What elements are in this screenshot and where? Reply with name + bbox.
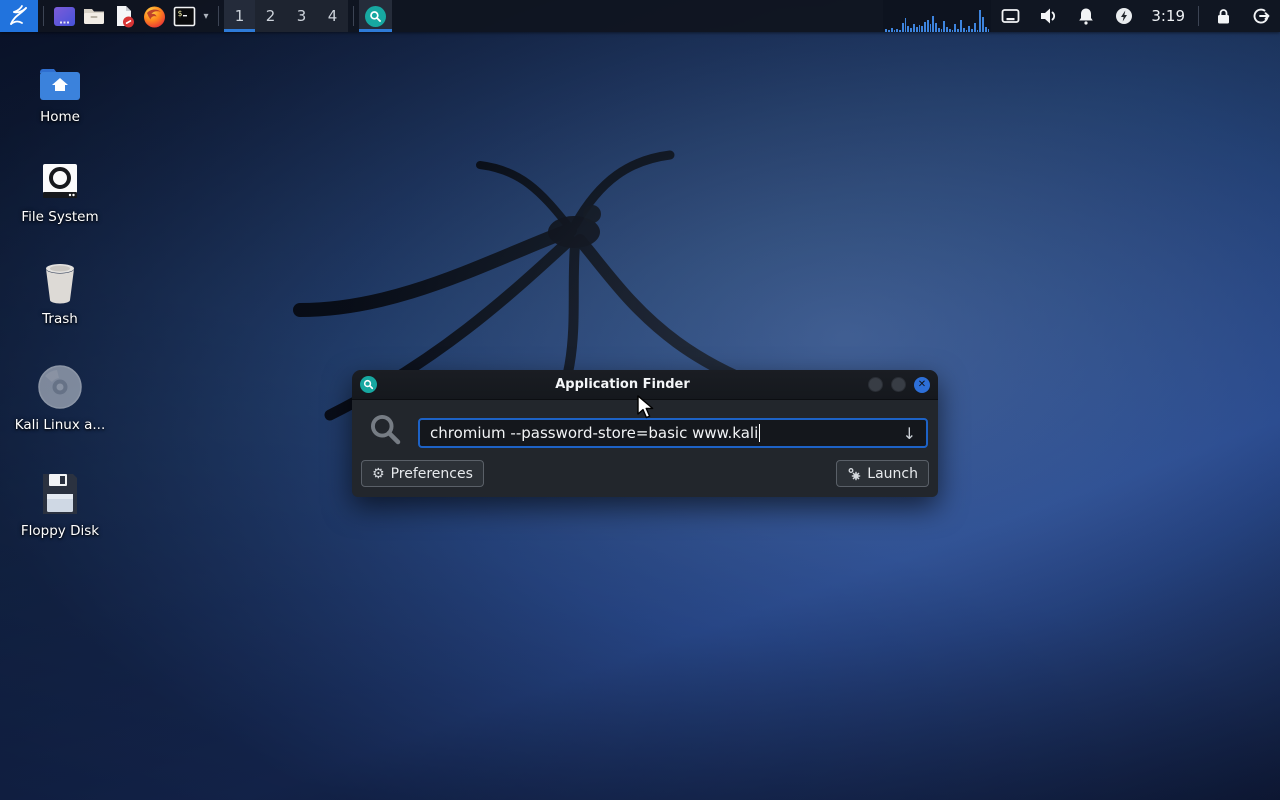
panel-separator [218, 6, 219, 26]
finder-actions-row: ⚙ Preferences Launch [352, 460, 938, 487]
launcher-file-manager[interactable] [79, 0, 109, 32]
dropdown-arrow-icon[interactable]: ↓ [903, 424, 916, 443]
mouse-cursor [636, 395, 658, 421]
show-desktop-icon [52, 4, 77, 29]
drive-icon [39, 154, 81, 202]
file-manager-icon [81, 3, 107, 29]
maximize-button[interactable] [891, 377, 906, 392]
panel-separator [43, 6, 44, 26]
desktop-icon-label: Kali Linux a... [15, 417, 106, 433]
kali-dragon-icon [7, 4, 31, 28]
volume-tray-icon[interactable] [1029, 0, 1067, 32]
workspace-2[interactable]: 2 [255, 0, 286, 32]
window-controls: ✕ [868, 377, 930, 393]
floppy-disk-icon [39, 468, 81, 516]
cpu-graph-widget[interactable] [883, 0, 991, 32]
panel-separator [1198, 6, 1199, 26]
lock-screen-button[interactable] [1204, 0, 1242, 32]
finder-window-icon [360, 376, 377, 393]
panel-clock[interactable]: 3:19 [1143, 0, 1193, 32]
network-tray-icon[interactable] [991, 0, 1029, 32]
applications-menu-button[interactable] [0, 0, 38, 32]
search-icon [368, 412, 404, 448]
svg-text:$: $ [177, 9, 182, 18]
workspace-3[interactable]: 3 [286, 0, 317, 32]
workspace-1[interactable]: 1 [224, 0, 255, 32]
firefox-icon [142, 4, 167, 29]
preferences-label: Preferences [391, 466, 473, 482]
text-editor-icon [111, 3, 137, 29]
command-text: chromium --password-store=basic www.kali [430, 424, 758, 442]
text-caret [759, 424, 760, 442]
terminal-icon: $ [172, 4, 197, 29]
desktop-icon-trash[interactable]: Trash [12, 256, 108, 327]
close-button[interactable]: ✕ [914, 377, 930, 393]
desktop-icon-label: Floppy Disk [21, 523, 99, 539]
desktop-icon-label: Home [40, 109, 80, 125]
gear-icon: ⚙ [372, 467, 385, 481]
workspace-4[interactable]: 4 [317, 0, 348, 32]
launcher-text-editor[interactable] [109, 0, 139, 32]
notifications-tray-icon[interactable] [1067, 0, 1105, 32]
desktop-icon-label: File System [21, 209, 98, 225]
launcher-show-desktop[interactable] [49, 0, 79, 32]
finder-window-title: Application Finder [377, 377, 868, 392]
panel-separator [353, 6, 354, 26]
desktop-icon-file-system[interactable]: File System [12, 154, 108, 225]
preferences-button[interactable]: ⚙ Preferences [361, 460, 484, 487]
logout-button[interactable] [1242, 0, 1280, 32]
panel-spacer [392, 0, 883, 32]
trash-icon [40, 256, 80, 304]
taskbar-application-finder[interactable] [359, 0, 392, 32]
command-input[interactable]: chromium --password-store=basic www.kali… [418, 418, 928, 448]
launcher-firefox[interactable] [139, 0, 169, 32]
launch-label: Launch [867, 466, 918, 482]
application-finder-window: Application Finder ✕ chromium --password… [352, 370, 938, 497]
desktop-icon-kali-cd[interactable]: Kali Linux a... [12, 362, 108, 433]
launch-icon [847, 467, 861, 481]
minimize-button[interactable] [868, 377, 883, 392]
power-manager-tray-icon[interactable] [1105, 0, 1143, 32]
home-folder-icon [38, 54, 82, 102]
launch-button[interactable]: Launch [836, 460, 929, 487]
terminal-dropdown-chevron[interactable]: ▾ [199, 0, 213, 32]
application-finder-icon [365, 6, 386, 27]
desktop-icon-home[interactable]: Home [12, 54, 108, 125]
optical-disc-icon [37, 362, 83, 410]
xfce-top-panel: $ ▾ 1 2 3 4 [0, 0, 1280, 32]
launcher-terminal[interactable]: $ [169, 0, 199, 32]
desktop-icon-floppy[interactable]: Floppy Disk [12, 468, 108, 539]
desktop-icon-label: Trash [42, 311, 78, 327]
